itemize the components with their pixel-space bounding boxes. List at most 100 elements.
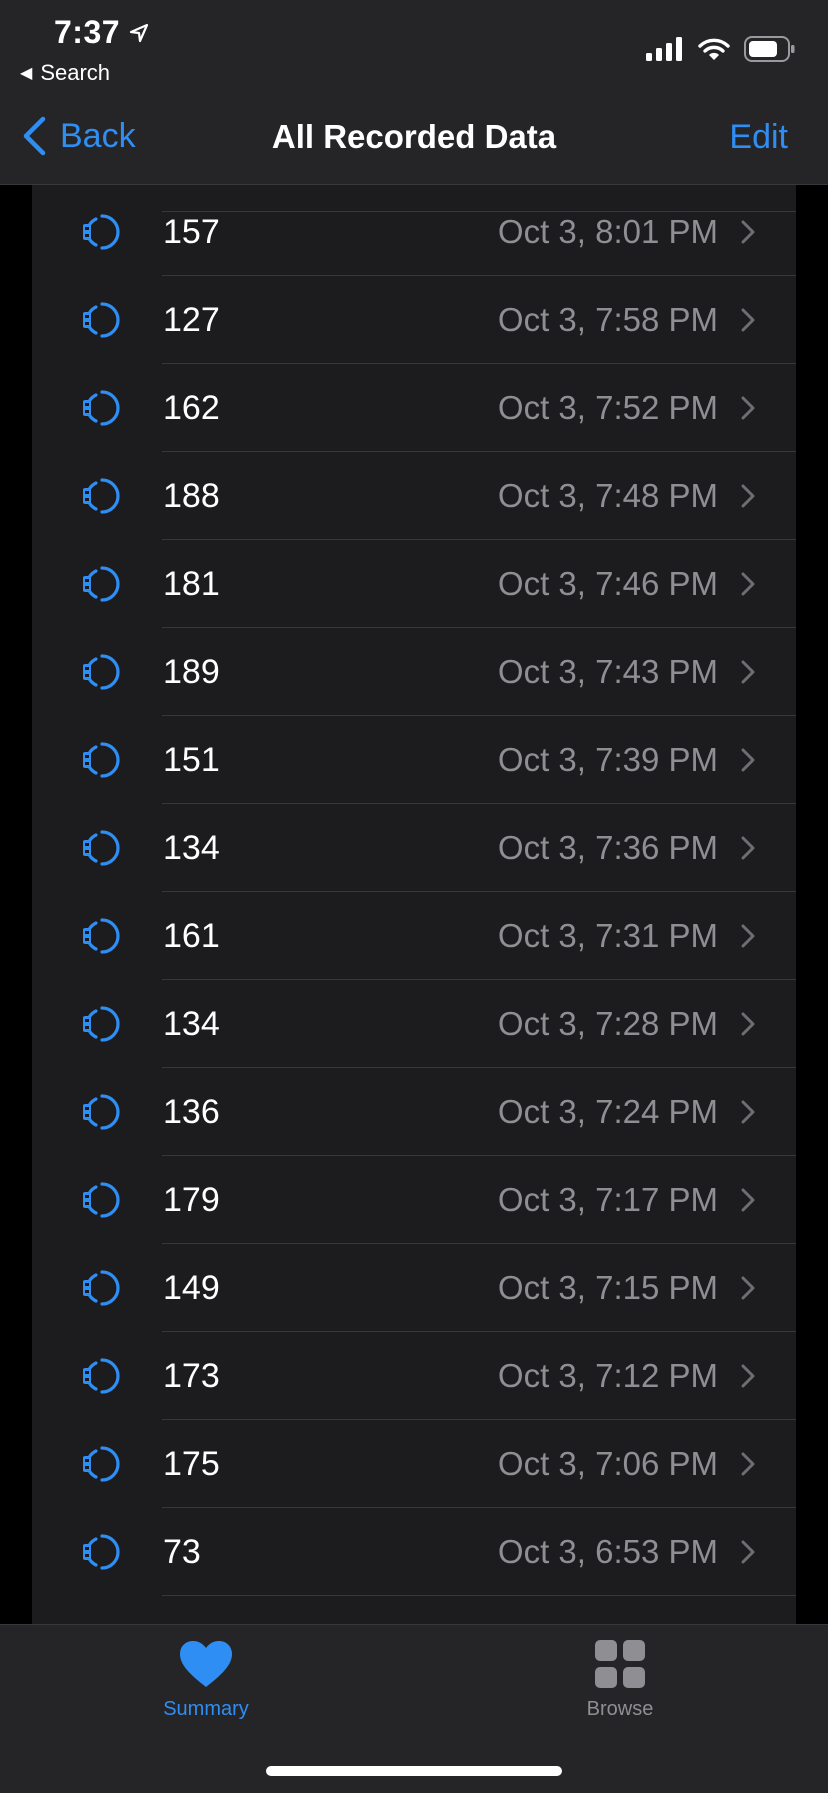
chevron-right-icon: [740, 747, 756, 778]
back-triangle-icon: ◀: [20, 65, 33, 82]
apple-watch-icon: [80, 740, 120, 785]
chevron-right-icon: [740, 1275, 756, 1306]
data-row[interactable]: 179 Oct 3, 7:17 PM: [32, 1156, 796, 1244]
row-value: 149: [163, 1269, 220, 1307]
data-row[interactable]: 149 Oct 3, 7:15 PM: [32, 1244, 796, 1332]
chevron-right-icon: [740, 483, 756, 514]
apple-watch-icon: [80, 1532, 120, 1577]
data-row[interactable]: 188 Oct 3, 7:48 PM: [32, 452, 796, 540]
apple-watch-icon: [80, 212, 120, 257]
tab-browse[interactable]: Browse: [520, 1639, 720, 1721]
data-row[interactable]: 181 Oct 3, 7:46 PM: [32, 540, 796, 628]
row-date: Oct 3, 7:58 PM: [497, 301, 718, 338]
row-date: Oct 3, 7:39 PM: [497, 741, 718, 778]
apple-watch-icon: [80, 1268, 120, 1313]
chevron-right-icon: [740, 1099, 756, 1130]
data-row[interactable]: 151 Oct 3, 7:39 PM: [32, 716, 796, 804]
data-row[interactable]: 189 Oct 3, 7:43 PM: [32, 628, 796, 716]
row-date: Oct 3, 8:01 PM: [497, 213, 718, 250]
battery-icon: [744, 36, 795, 62]
data-row[interactable]: 134 Oct 3, 7:36 PM: [32, 804, 796, 892]
apple-watch-icon: [80, 476, 120, 521]
row-date: Oct 3, 7:24 PM: [497, 1093, 718, 1130]
wifi-icon: [698, 38, 730, 60]
row-date: Oct 3, 7:46 PM: [497, 565, 718, 602]
back-to-search[interactable]: ◀ Search: [20, 60, 110, 86]
data-row[interactable]: 161 Oct 3, 7:31 PM: [32, 892, 796, 980]
row-date: Oct 3, 7:06 PM: [497, 1445, 718, 1482]
data-row[interactable]: 162 Oct 3, 7:52 PM: [32, 364, 796, 452]
row-value: 189: [163, 653, 220, 691]
apple-watch-icon: [80, 564, 120, 609]
row-value: 181: [163, 565, 220, 603]
chevron-right-icon: [740, 923, 756, 954]
chevron-right-icon: [740, 307, 756, 338]
location-arrow-icon: [129, 23, 149, 42]
row-date: Oct 3, 7:31 PM: [497, 917, 718, 954]
row-value: 151: [163, 741, 220, 779]
data-row[interactable]: 157 Oct 3, 8:01 PM: [32, 188, 796, 276]
row-value: 73: [163, 1533, 201, 1571]
top-bar: 7:37 ◀ Search Back All Recorded Data Edi…: [0, 0, 828, 185]
status-time-text: 7:37: [54, 14, 121, 50]
chevron-right-icon: [740, 571, 756, 602]
status-indicators: [646, 36, 796, 62]
row-date: Oct 3, 7:28 PM: [497, 1005, 718, 1042]
chevron-right-icon: [740, 659, 756, 690]
row-date: Oct 3, 7:12 PM: [497, 1357, 718, 1394]
row-value: 179: [163, 1181, 220, 1219]
tab-browse-label: Browse: [586, 1698, 654, 1720]
row-date: Oct 3, 6:53 PM: [497, 1533, 718, 1570]
row-value: 127: [163, 301, 220, 339]
data-row[interactable]: 136 Oct 3, 7:24 PM: [32, 1068, 796, 1156]
data-row[interactable]: 175 Oct 3, 7:06 PM: [32, 1420, 796, 1508]
grid-icon: [595, 1640, 645, 1688]
row-value: 162: [163, 389, 220, 427]
chevron-right-icon: [740, 1011, 756, 1042]
row-date: Oct 3, 7:36 PM: [497, 829, 718, 866]
cellular-signal-icon: [646, 37, 682, 61]
apple-watch-icon: [80, 300, 120, 345]
row-date: Oct 3, 7:17 PM: [497, 1181, 718, 1218]
apple-watch-icon: [80, 1356, 120, 1401]
data-row[interactable]: 73 Oct 3, 6:53 PM: [32, 1508, 796, 1596]
row-value: 173: [163, 1357, 220, 1395]
data-row[interactable]: 127 Oct 3, 7:58 PM: [32, 276, 796, 364]
apple-watch-icon: [80, 1092, 120, 1137]
chevron-right-icon: [740, 1187, 756, 1218]
data-row[interactable]: 134 Oct 3, 7:28 PM: [32, 980, 796, 1068]
chevron-right-icon: [740, 1539, 756, 1570]
apple-watch-icon: [80, 1180, 120, 1225]
row-value: 161: [163, 917, 220, 955]
heart-icon: [180, 1641, 232, 1687]
recorded-data-list: 157 Oct 3, 8:01 PM 127 Oct 3, 7:58 PM 162 Oct…: [32, 184, 796, 1624]
status-time: 7:37: [54, 14, 150, 51]
edit-button[interactable]: Edit: [729, 118, 788, 157]
data-row[interactable]: 173 Oct 3, 7:12 PM: [32, 1332, 796, 1420]
row-date: Oct 3, 7:48 PM: [497, 477, 718, 514]
apple-watch-icon: [80, 1004, 120, 1049]
row-value: 136: [163, 1093, 220, 1131]
row-value: 157: [163, 213, 220, 251]
row-value: 134: [163, 1005, 220, 1043]
apple-watch-icon: [80, 828, 120, 873]
chevron-right-icon: [740, 1451, 756, 1482]
page-title: All Recorded Data: [271, 118, 557, 155]
row-separator: [162, 1595, 796, 1596]
tab-summary[interactable]: Summary: [106, 1639, 306, 1721]
tab-summary-label: Summary: [163, 1698, 249, 1720]
row-value: 188: [163, 477, 220, 515]
apple-watch-icon: [80, 916, 120, 961]
apple-watch-icon: [80, 1444, 120, 1489]
row-date: Oct 3, 7:52 PM: [497, 389, 718, 426]
row-date: Oct 3, 7:43 PM: [497, 653, 718, 690]
apple-watch-icon: [80, 652, 120, 697]
apple-watch-icon: [80, 388, 120, 433]
row-date: Oct 3, 7:15 PM: [497, 1269, 718, 1306]
home-indicator: [266, 1766, 562, 1776]
chevron-right-icon: [740, 219, 756, 250]
chevron-right-icon: [740, 395, 756, 426]
chevron-right-icon: [740, 1363, 756, 1394]
back-to-search-label: Search: [40, 60, 111, 85]
row-value: 134: [163, 829, 220, 867]
